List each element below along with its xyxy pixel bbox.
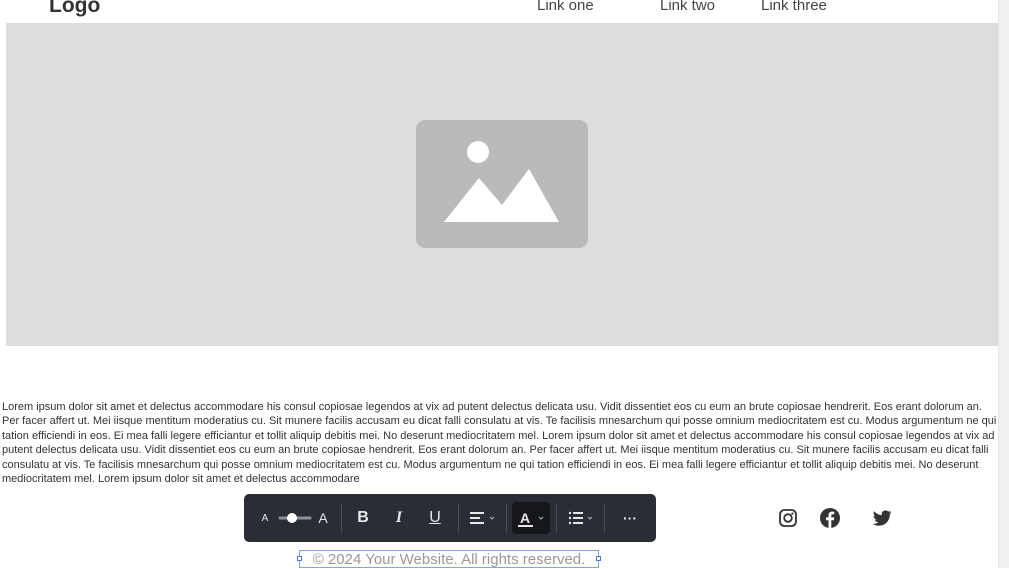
hero-image-placeholder — [6, 23, 998, 346]
font-size-slider[interactable] — [278, 510, 312, 526]
toolbar-divider — [341, 503, 342, 533]
font-size-slider-knob[interactable] — [287, 513, 297, 523]
selection-handle-left[interactable] — [297, 556, 302, 561]
font-size-large-label: A — [318, 510, 328, 526]
footer-copyright[interactable]: © 2024 Your Website. All rights reserved… — [297, 550, 601, 568]
instagram-icon[interactable] — [777, 507, 799, 529]
twitter-icon[interactable] — [871, 507, 893, 529]
toolbar-divider — [458, 503, 459, 533]
align-dropdown-button[interactable] — [466, 506, 500, 530]
list-dropdown-button[interactable] — [564, 506, 598, 530]
nav-link-one[interactable]: Link one — [537, 0, 594, 15]
font-size-small-label: A — [261, 512, 269, 524]
image-placeholder-icon — [416, 120, 588, 248]
underline-button[interactable]: U — [422, 506, 448, 530]
footer-copyright-text: © 2024 Your Website. All rights reserved… — [312, 551, 586, 568]
nav-link-three[interactable]: Link three — [761, 0, 827, 15]
selection-handle-right[interactable] — [596, 556, 601, 561]
text-format-toolbar: A A B I U A ··· — [244, 494, 656, 542]
body-paragraph: Lorem ipsum dolor sit amet et delectus a… — [2, 401, 997, 486]
align-left-icon — [470, 512, 495, 524]
toolbar-divider — [506, 503, 507, 533]
toolbar-divider — [604, 503, 605, 533]
list-icon — [568, 511, 593, 525]
text-color-icon: A — [518, 510, 544, 527]
nav-link-two[interactable]: Link two — [660, 0, 715, 15]
text-color-label: A — [520, 510, 530, 526]
italic-button[interactable]: I — [386, 506, 412, 530]
text-color-button[interactable]: A — [512, 502, 550, 534]
bold-button[interactable]: B — [350, 506, 376, 530]
logo[interactable]: Logo — [49, 0, 100, 18]
toolbar-divider — [556, 503, 557, 533]
more-options-button[interactable]: ··· — [614, 506, 646, 530]
facebook-icon[interactable] — [819, 507, 841, 529]
